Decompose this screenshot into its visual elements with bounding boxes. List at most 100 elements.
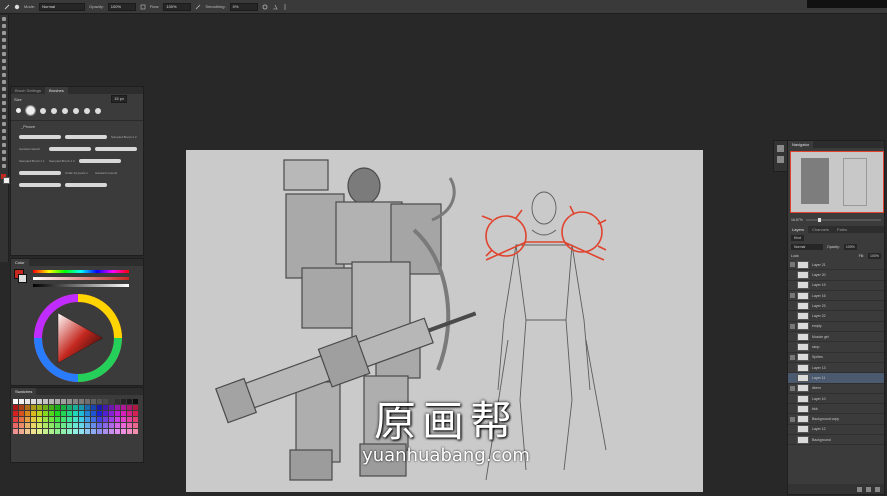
color-swatch[interactable]	[85, 429, 90, 434]
brush-item[interactable]	[91, 143, 137, 155]
color-swatch[interactable]	[103, 411, 108, 416]
color-swatch[interactable]	[67, 429, 72, 434]
color-swatch[interactable]	[91, 423, 96, 428]
layer-row[interactable]: empty	[788, 322, 884, 333]
color-swatch[interactable]	[103, 417, 108, 422]
color-swatch[interactable]	[43, 411, 48, 416]
eye-icon[interactable]	[790, 293, 795, 299]
color-swatch[interactable]	[73, 423, 78, 428]
color-swatch[interactable]	[121, 405, 126, 410]
angle-icon[interactable]	[272, 4, 278, 10]
brush-item[interactable]: Sampled Brush 1 3	[45, 155, 75, 167]
marquee-tool-icon[interactable]	[2, 24, 6, 28]
color-swatch[interactable]	[121, 429, 126, 434]
eyedropper-tool-icon[interactable]	[2, 59, 6, 63]
layer-filter-kind[interactable]: Kind	[791, 234, 805, 241]
layer-row[interactable]: skop	[788, 342, 884, 353]
color-swatch[interactable]	[61, 405, 66, 410]
color-swatch[interactable]	[115, 405, 120, 410]
zoom-slider[interactable]	[805, 218, 881, 222]
brush-tip[interactable]	[84, 107, 90, 114]
layer-row[interactable]: Layer 12	[788, 425, 884, 436]
tab-brush-settings[interactable]: Brush Settings	[11, 87, 45, 94]
size-field[interactable]: 15 px	[111, 95, 127, 103]
tab-paths[interactable]: Paths	[833, 226, 851, 233]
color-swatch[interactable]	[37, 405, 42, 410]
color-swatch[interactable]	[115, 411, 120, 416]
color-swatch[interactable]	[97, 423, 102, 428]
color-swatch[interactable]	[31, 399, 36, 404]
background-color-chip[interactable]	[18, 274, 27, 283]
eye-icon[interactable]	[790, 283, 795, 288]
brush-tip[interactable]	[51, 107, 57, 114]
brush-item[interactable]	[75, 155, 121, 167]
tab-navigator[interactable]: Navigator	[788, 141, 814, 148]
color-swatch[interactable]	[73, 429, 78, 434]
color-swatch[interactable]	[25, 429, 30, 434]
color-swatch[interactable]	[55, 411, 60, 416]
color-swatch[interactable]	[61, 411, 66, 416]
color-swatch[interactable]	[91, 405, 96, 410]
shape-tool-icon[interactable]	[2, 143, 6, 147]
background-color-swatch[interactable]	[3, 177, 10, 184]
color-swatch[interactable]	[115, 429, 120, 434]
color-swatch[interactable]	[31, 417, 36, 422]
color-swatch[interactable]	[55, 429, 60, 434]
brush-tool-icon[interactable]	[4, 4, 10, 10]
color-swatch[interactable]	[31, 429, 36, 434]
gear-icon[interactable]	[262, 4, 268, 10]
color-swatch[interactable]	[121, 423, 126, 428]
color-swatch[interactable]	[37, 411, 42, 416]
color-swatch[interactable]	[13, 417, 18, 422]
eye-icon[interactable]	[790, 314, 795, 319]
color-swatch[interactable]	[79, 429, 84, 434]
color-swatch[interactable]	[85, 417, 90, 422]
color-swatch[interactable]	[127, 429, 132, 434]
color-swatch[interactable]	[37, 399, 42, 404]
color-swatch[interactable]	[127, 423, 132, 428]
color-swatch[interactable]	[67, 411, 72, 416]
eye-icon[interactable]	[790, 396, 795, 401]
color-swatch[interactable]	[79, 423, 84, 428]
color-swatch[interactable]	[115, 423, 120, 428]
color-swatch[interactable]	[49, 429, 54, 434]
color-swatch[interactable]	[109, 417, 114, 422]
brush-item[interactable]	[45, 143, 91, 155]
color-swatch[interactable]	[13, 405, 18, 410]
color-swatch[interactable]	[133, 417, 138, 422]
brush-item[interactable]	[61, 179, 107, 191]
color-wheel[interactable]	[33, 293, 123, 383]
color-swatch[interactable]	[133, 411, 138, 416]
color-swatch[interactable]	[43, 405, 48, 410]
color-swatch[interactable]	[133, 429, 138, 434]
layer-row[interactable]: Layer 16	[788, 291, 884, 302]
layer-row[interactable]: Layer 23	[788, 301, 884, 312]
color-swatch[interactable]	[115, 399, 120, 404]
color-swatch[interactable]	[91, 417, 96, 422]
color-swatch[interactable]	[37, 429, 42, 434]
brush-item[interactable]	[15, 179, 61, 191]
color-swatch[interactable]	[103, 423, 108, 428]
color-swatch[interactable]	[73, 399, 78, 404]
pen-tool-icon[interactable]	[2, 122, 6, 126]
eye-icon[interactable]	[790, 334, 795, 339]
color-swatch[interactable]	[109, 429, 114, 434]
color-swatch[interactable]	[133, 405, 138, 410]
layer-row[interactable]: Muscle gel	[788, 332, 884, 343]
flow-field[interactable]: 100%	[163, 2, 192, 11]
color-swatch[interactable]	[91, 399, 96, 404]
brush-item[interactable]: standard sketch	[15, 143, 45, 155]
color-swatch[interactable]	[31, 405, 36, 410]
color-swatch[interactable]	[49, 417, 54, 422]
eye-icon[interactable]	[790, 262, 795, 268]
color-swatch[interactable]	[79, 411, 84, 416]
color-swatch[interactable]	[49, 411, 54, 416]
color-swatch[interactable]	[55, 405, 60, 410]
brush-item[interactable]	[15, 131, 61, 143]
layer-row[interactable]: Layer 22	[788, 311, 884, 322]
color-swatch[interactable]	[25, 423, 30, 428]
eye-icon[interactable]	[790, 375, 795, 380]
color-swatch[interactable]	[67, 423, 72, 428]
color-swatch[interactable]	[109, 411, 114, 416]
color-swatch[interactable]	[43, 399, 48, 404]
